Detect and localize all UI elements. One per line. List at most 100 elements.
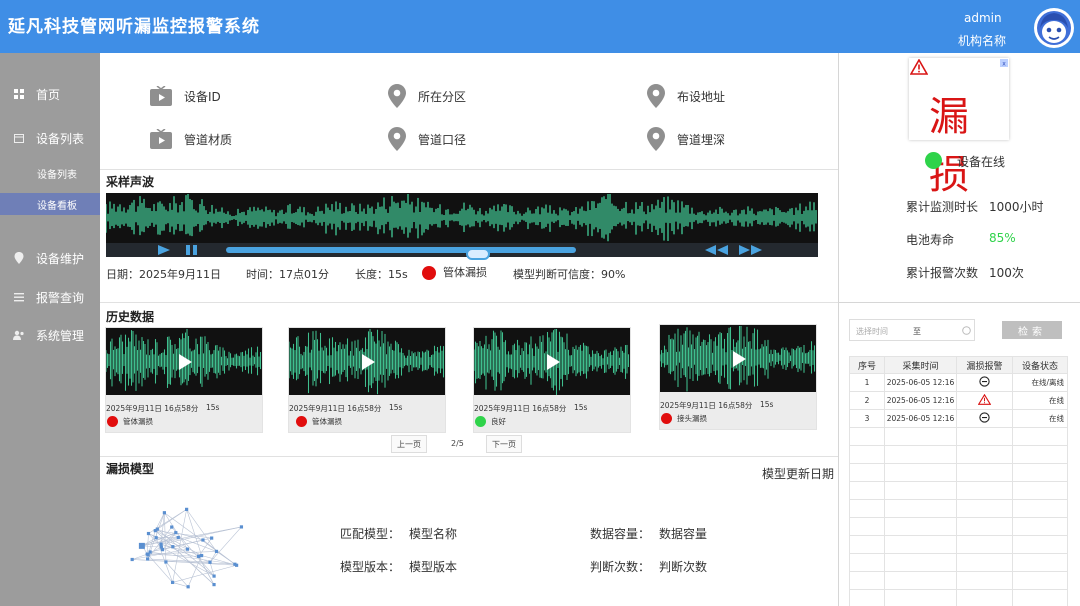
sidebar-item-label: 首页	[36, 87, 61, 102]
play-icon[interactable]	[156, 244, 176, 256]
warning-icon	[977, 393, 992, 405]
history-card[interactable]: 2025年9月11日 16点58分 15s 管体漏损	[105, 327, 263, 433]
status-dot-icon	[107, 416, 118, 427]
sidebar-item-device-list[interactable]: 设备列表	[0, 126, 100, 150]
table-row	[849, 517, 1068, 536]
sidebar-item-label: 设备维护	[36, 251, 85, 266]
warning-icon	[910, 59, 928, 75]
section-title-history: 历史数据	[106, 310, 155, 324]
history-card[interactable]: 2025年9月11日 16点58分 15s 管体漏损	[288, 327, 446, 433]
alarm-table: 序号 采集时间 漏损报警 设备状态 1 2025-06-05 12:16 在线/…	[849, 356, 1068, 606]
status-dot-icon	[475, 416, 486, 427]
minus-circle-icon	[979, 412, 990, 423]
table-row	[849, 571, 1068, 590]
divider	[839, 302, 1080, 303]
user-name[interactable]: admin	[964, 11, 1002, 25]
alarm-status-text: 漏损	[929, 94, 970, 198]
prev-page-button[interactable]: 上一页	[391, 435, 427, 453]
table-row	[849, 463, 1068, 482]
play-icon[interactable]	[547, 354, 560, 370]
progress-bar[interactable]	[226, 247, 576, 260]
page-indicator: 2/5	[451, 439, 464, 448]
status-panel: x 漏损 设备在线 累计监测时长 1000小时 电池寿命 85% 累计报警次数 …	[839, 53, 1080, 606]
sidebar-subitem-device-list[interactable]: 设备列表	[0, 162, 100, 184]
table-row	[849, 481, 1068, 500]
pause-icon[interactable]	[184, 244, 204, 256]
data-capacity-label: 数据容量：	[590, 527, 651, 541]
table-row[interactable]: 1 2025-06-05 12:16 在线/离线	[849, 373, 1068, 392]
grid-icon	[12, 87, 26, 101]
history-card[interactable]: 2025年9月11日 16点58分 15s 接头漏损	[659, 324, 817, 430]
sidebar-item-label: 设备列表	[36, 131, 85, 146]
face-icon	[1037, 11, 1071, 45]
rewind-icon[interactable]	[704, 244, 730, 256]
monitor-duration-value: 1000小时	[989, 200, 1044, 214]
status-dot-icon	[296, 416, 307, 427]
tv-icon	[150, 86, 172, 106]
sample-length: 长度：15s	[355, 268, 408, 281]
alarm-count-label: 累计报警次数	[906, 266, 979, 280]
section-title-sample: 采样声波	[106, 175, 155, 189]
users-icon	[12, 328, 26, 342]
online-dot-icon	[925, 152, 942, 169]
avatar[interactable]	[1034, 8, 1074, 48]
sample-status: 管体漏损	[422, 264, 487, 280]
column-header: 采集时间	[884, 356, 957, 374]
calendar-icon	[12, 131, 26, 145]
sample-time: 时间：17点01分	[246, 268, 329, 281]
alarm-card: x 漏损	[909, 58, 1009, 198]
ad-badge-icon: x	[1000, 59, 1008, 67]
history-card[interactable]: 2025年9月11日 16点58分 15s 良好	[473, 327, 631, 433]
divider	[100, 456, 838, 457]
info-device-id: 设备ID	[150, 86, 221, 106]
model-version-label: 模型版本：	[340, 560, 401, 574]
sidebar-subitem-device-board[interactable]: 设备看板	[0, 193, 100, 215]
section-title-model: 漏损模型	[106, 462, 155, 476]
org-name: 机构名称	[958, 34, 1007, 48]
pin-icon	[12, 251, 26, 265]
app-title: 延凡科技管网听漏监控报警系统	[8, 17, 260, 37]
network-graph-image	[130, 507, 244, 589]
sidebar-item-home[interactable]: 首页	[0, 82, 100, 106]
info-pipe-diameter: 管道口径	[388, 127, 466, 151]
sidebar-item-system[interactable]: 系统管理	[0, 323, 100, 347]
fast-forward-icon[interactable]	[738, 244, 764, 256]
clear-icon[interactable]	[962, 326, 971, 335]
info-address: 布设地址	[647, 84, 725, 108]
search-button[interactable]: 检索	[1002, 321, 1062, 339]
sidebar-item-maintenance[interactable]: 设备维护	[0, 246, 100, 270]
table-row	[849, 499, 1068, 518]
location-pin-icon	[388, 84, 406, 108]
info-pipe-material: 管道材质	[150, 129, 232, 149]
next-page-button[interactable]: 下一页	[486, 435, 522, 453]
app-header: 延凡科技管网听漏监控报警系统 admin 机构名称	[0, 0, 1080, 53]
table-row[interactable]: 2 2025-06-05 12:16 在线	[849, 391, 1068, 410]
main-panel: 设备ID 所在分区 布设地址 管道材质 管道口径 管道埋深 采样声波 日期：20…	[100, 53, 838, 606]
date-range-input[interactable]: 选择时间 至	[849, 319, 975, 341]
table-row	[849, 427, 1068, 446]
table-row	[849, 535, 1068, 554]
play-icon[interactable]	[179, 354, 192, 370]
data-capacity-value: 数据容量	[659, 527, 708, 541]
table-row[interactable]: 3 2025-06-05 12:16 在线	[849, 409, 1068, 428]
audio-player[interactable]	[106, 193, 818, 260]
battery-label: 电池寿命	[906, 233, 955, 247]
battery-value: 85%	[989, 231, 1016, 245]
table-row	[849, 553, 1068, 572]
play-icon[interactable]	[733, 351, 746, 367]
table-row	[849, 589, 1068, 606]
model-update-date: 模型更新日期	[762, 467, 835, 481]
progress-handle[interactable]	[466, 248, 490, 260]
sidebar-item-alarm-query[interactable]: 报警查询	[0, 285, 100, 309]
sidebar-item-label: 报警查询	[36, 290, 85, 305]
judge-count-label: 判断次数：	[590, 560, 651, 574]
divider	[100, 302, 838, 303]
model-version-value: 模型版本	[409, 560, 458, 574]
play-icon[interactable]	[362, 354, 375, 370]
table-header-row: 序号 采集时间 漏损报警 设备状态	[849, 356, 1068, 374]
sidebar: 首页 设备列表 设备列表 设备看板 设备维护 报警查询 系统管理	[0, 53, 100, 606]
column-header: 漏损报警	[956, 356, 1013, 374]
alarm-count-value: 100次	[989, 266, 1024, 280]
table-row	[849, 445, 1068, 464]
column-header: 序号	[849, 356, 885, 374]
